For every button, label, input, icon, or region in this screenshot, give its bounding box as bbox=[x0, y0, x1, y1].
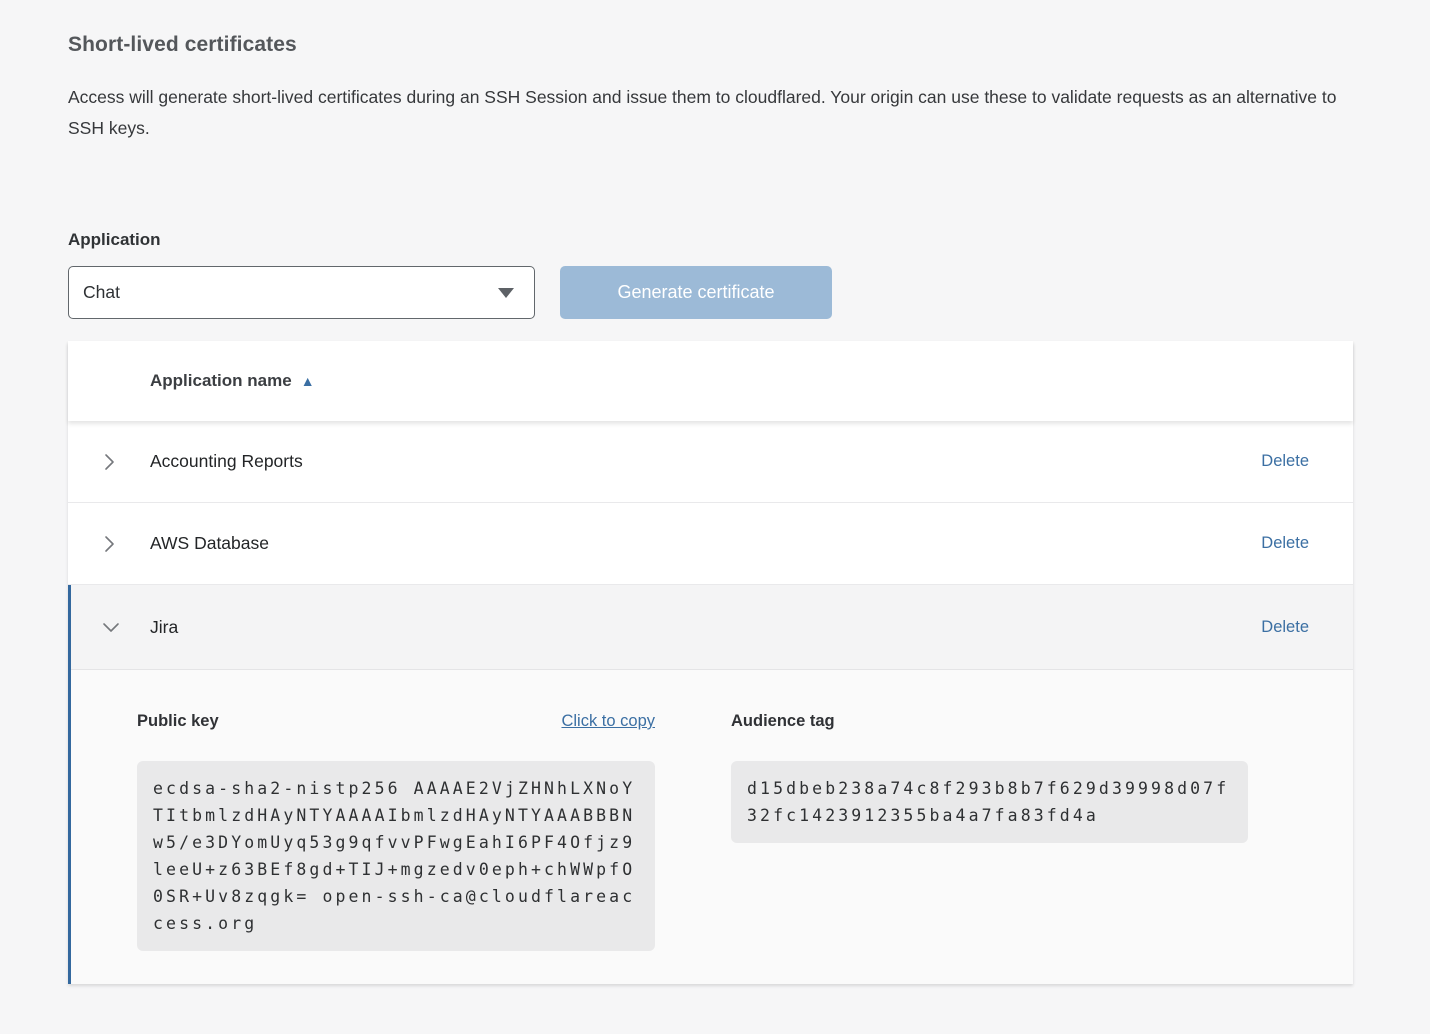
sort-ascending-icon[interactable]: ▲ bbox=[301, 373, 315, 389]
application-name-cell: Accounting Reports bbox=[150, 451, 1261, 472]
chevron-down-icon[interactable] bbox=[71, 619, 150, 635]
chevron-right-icon[interactable] bbox=[68, 452, 150, 472]
controls-row: Chat Generate certificate bbox=[68, 266, 1353, 319]
delete-link[interactable]: Delete bbox=[1261, 452, 1309, 470]
table-row[interactable]: Jira Delete bbox=[71, 585, 1353, 669]
chevron-down-icon bbox=[498, 288, 514, 298]
application-select[interactable]: Chat bbox=[68, 266, 535, 319]
expanded-row-group: Jira Delete Public key Click to copy ecd… bbox=[68, 585, 1353, 984]
section-description: Access will generate short-lived certifi… bbox=[68, 82, 1348, 144]
delete-link[interactable]: Delete bbox=[1261, 534, 1309, 552]
application-select-value: Chat bbox=[83, 282, 120, 303]
table-header-row: Application name ▲ bbox=[68, 341, 1353, 421]
short-lived-certificates-section: Short-lived certificates Access will gen… bbox=[0, 0, 1430, 984]
row-action-cell: Delete bbox=[1261, 534, 1353, 553]
application-name-cell: AWS Database bbox=[150, 533, 1261, 554]
application-name-cell: Jira bbox=[150, 617, 1261, 638]
public-key-label: Public key bbox=[137, 712, 219, 731]
certificates-table: Application name ▲ Accounting Reports De… bbox=[68, 341, 1353, 984]
click-to-copy-link[interactable]: Click to copy bbox=[561, 712, 655, 731]
audience-tag-label: Audience tag bbox=[731, 712, 835, 731]
audience-tag-label-row: Audience tag bbox=[731, 712, 1248, 734]
chevron-right-icon[interactable] bbox=[68, 534, 150, 554]
table-row[interactable]: Accounting Reports Delete bbox=[68, 421, 1353, 503]
page: Short-lived certificates Access will gen… bbox=[0, 0, 1430, 1034]
public-key-value[interactable]: ecdsa-sha2-nistp256 AAAAE2VjZHNhLXNoYTIt… bbox=[137, 761, 655, 951]
certificate-detail-panel: Public key Click to copy ecdsa-sha2-nist… bbox=[71, 669, 1353, 984]
table-row[interactable]: AWS Database Delete bbox=[68, 503, 1353, 585]
audience-tag-value[interactable]: d15dbeb238a74c8f293b8b7f629d39998d07f32f… bbox=[731, 761, 1248, 843]
audience-tag-column: Audience tag d15dbeb238a74c8f293b8b7f629… bbox=[731, 712, 1248, 951]
row-action-cell: Delete bbox=[1261, 618, 1353, 637]
row-action-cell: Delete bbox=[1261, 452, 1353, 471]
public-key-label-row: Public key Click to copy bbox=[137, 712, 655, 734]
generate-certificate-button[interactable]: Generate certificate bbox=[560, 266, 832, 319]
application-field-label: Application bbox=[68, 230, 1353, 250]
page-title: Short-lived certificates bbox=[68, 0, 1353, 57]
delete-link[interactable]: Delete bbox=[1261, 618, 1309, 636]
column-header-application-name[interactable]: Application name bbox=[150, 371, 292, 391]
public-key-column: Public key Click to copy ecdsa-sha2-nist… bbox=[137, 712, 655, 951]
